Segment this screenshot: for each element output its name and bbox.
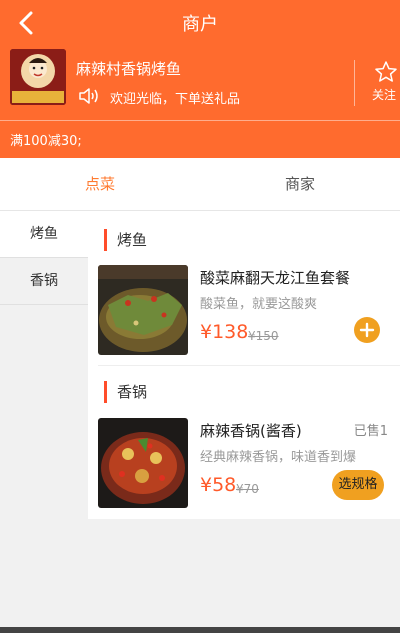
dish-item[interactable]: 麻辣香锅(酱香) 已售1 经典麻辣香锅，味道香到爆 ¥58 ¥70 选规格	[98, 418, 400, 510]
dish-price: ¥138	[200, 321, 249, 343]
dish-original-price: ¥150	[248, 329, 279, 343]
dish-name: 酸菜麻翻天龙江鱼套餐	[200, 269, 351, 287]
section-title: 香锅	[104, 381, 147, 403]
divider	[0, 120, 400, 121]
bottom-bar	[0, 627, 400, 633]
dish-description: 经典麻辣香锅，味道香到爆	[200, 450, 357, 465]
promo-text: 满100减30;	[10, 134, 82, 149]
sidebar-item-fish[interactable]: 烤鱼	[0, 211, 88, 258]
page-title: 商户	[182, 14, 218, 35]
dish-list: 烤鱼 酸菜麻翻天龙江鱼套餐 酸菜鱼，就要这酸爽 ¥138 ¥150 香锅 麻辣香…	[88, 211, 400, 519]
dish-image	[98, 265, 188, 355]
dish-description: 酸菜鱼，就要这酸爽	[200, 297, 318, 312]
follow-label: 关注	[372, 88, 397, 102]
dish-name: 麻辣香锅(酱香)	[200, 422, 302, 440]
store-info: 麻辣村香锅烤鱼 欢迎光临，下单送礼品 关注	[0, 46, 400, 120]
divider	[98, 365, 400, 366]
divider	[354, 60, 355, 106]
star-icon	[375, 61, 397, 82]
store-header: 商户 麻辣村香锅烤鱼 欢迎光临，下单送礼品 关注 满100减30;	[0, 0, 400, 158]
store-logo	[10, 49, 66, 105]
speaker-icon	[79, 88, 98, 104]
add-to-cart-button[interactable]	[354, 317, 380, 343]
dish-price: ¥58	[200, 474, 237, 496]
tab-order[interactable]: 点菜	[0, 158, 200, 210]
sold-count: 已售1	[353, 424, 388, 439]
store-name: 麻辣村香锅烤鱼	[76, 60, 182, 78]
store-notice: 欢迎光临，下单送礼品	[110, 92, 241, 107]
tab-merchant[interactable]: 商家	[200, 158, 400, 210]
tab-bar: 点菜 商家	[0, 158, 400, 211]
plus-icon	[359, 322, 375, 338]
follow-button[interactable]: 关注	[362, 60, 400, 103]
dish-item[interactable]: 酸菜麻翻天龙江鱼套餐 酸菜鱼，就要这酸爽 ¥138 ¥150	[98, 265, 400, 357]
sidebar-item-hotpot[interactable]: 香锅	[0, 258, 88, 305]
top-bar: 商户	[0, 0, 400, 46]
choose-spec-button[interactable]: 选规格	[332, 470, 384, 500]
dish-original-price: ¥70	[236, 482, 259, 496]
category-sidebar: 烤鱼 香锅	[0, 211, 88, 621]
section-title: 烤鱼	[104, 229, 147, 251]
dish-image	[98, 418, 188, 508]
